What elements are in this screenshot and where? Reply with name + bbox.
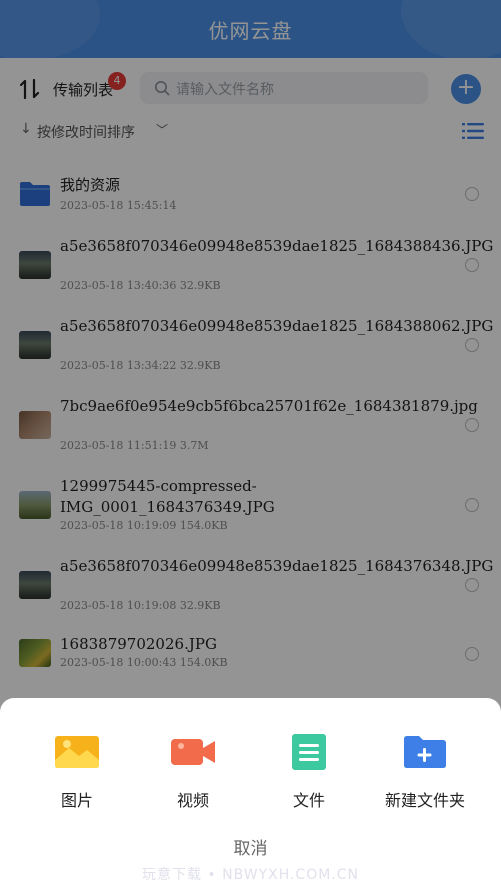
upload-action-sheet: 图片 视频 文件 新建文件夹 取消 玩意下载 • NBWYXH.COM.CN	[0, 698, 501, 895]
new-folder-icon	[404, 736, 446, 768]
upload-video-button[interactable]: 视频	[138, 734, 248, 811]
video-icon	[171, 739, 215, 765]
action-label: 视频	[176, 791, 209, 810]
cancel-button[interactable]: 取消	[0, 834, 501, 859]
action-label: 新建文件夹	[384, 791, 465, 810]
upload-file-button[interactable]: 文件	[254, 734, 364, 811]
image-icon	[55, 736, 99, 768]
watermark-text: 玩意下载 • NBWYXH.COM.CN	[141, 867, 360, 883]
upload-image-button[interactable]: 图片	[22, 734, 132, 811]
new-folder-button[interactable]: 新建文件夹	[370, 734, 480, 811]
document-icon	[292, 734, 326, 770]
action-label: 文件	[292, 791, 325, 810]
file-browser-page: 优网云盘 传输列表 4 请输入文件名称 + ↓ 按修改时间排序 ﹀ 我的资源 2…	[0, 0, 501, 895]
action-label: 图片	[60, 791, 93, 810]
